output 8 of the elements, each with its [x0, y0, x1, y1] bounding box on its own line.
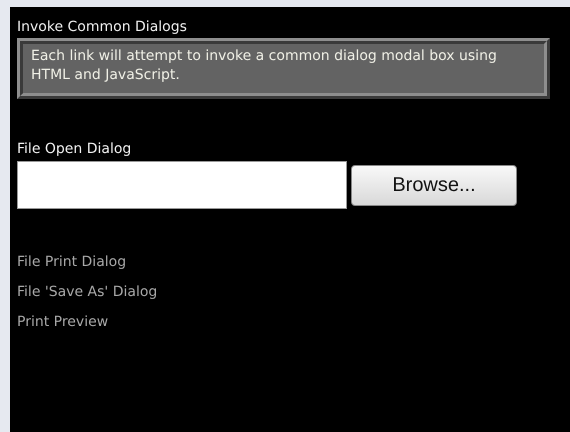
file-path-field[interactable] [17, 161, 347, 209]
dialog-link[interactable]: File Print Dialog [17, 247, 126, 277]
dialog-link[interactable]: File 'Save As' Dialog [17, 277, 158, 307]
section-title: Invoke Common Dialogs [17, 18, 188, 36]
description-text: Each link will attempt to invoke a common dialog modal box using HTML and JavaScript. [17, 38, 550, 99]
dialog-link[interactable]: Print Preview [17, 307, 108, 337]
file-open-label: File Open Dialog [17, 140, 132, 158]
browse-button[interactable]: Browse... [351, 164, 517, 206]
